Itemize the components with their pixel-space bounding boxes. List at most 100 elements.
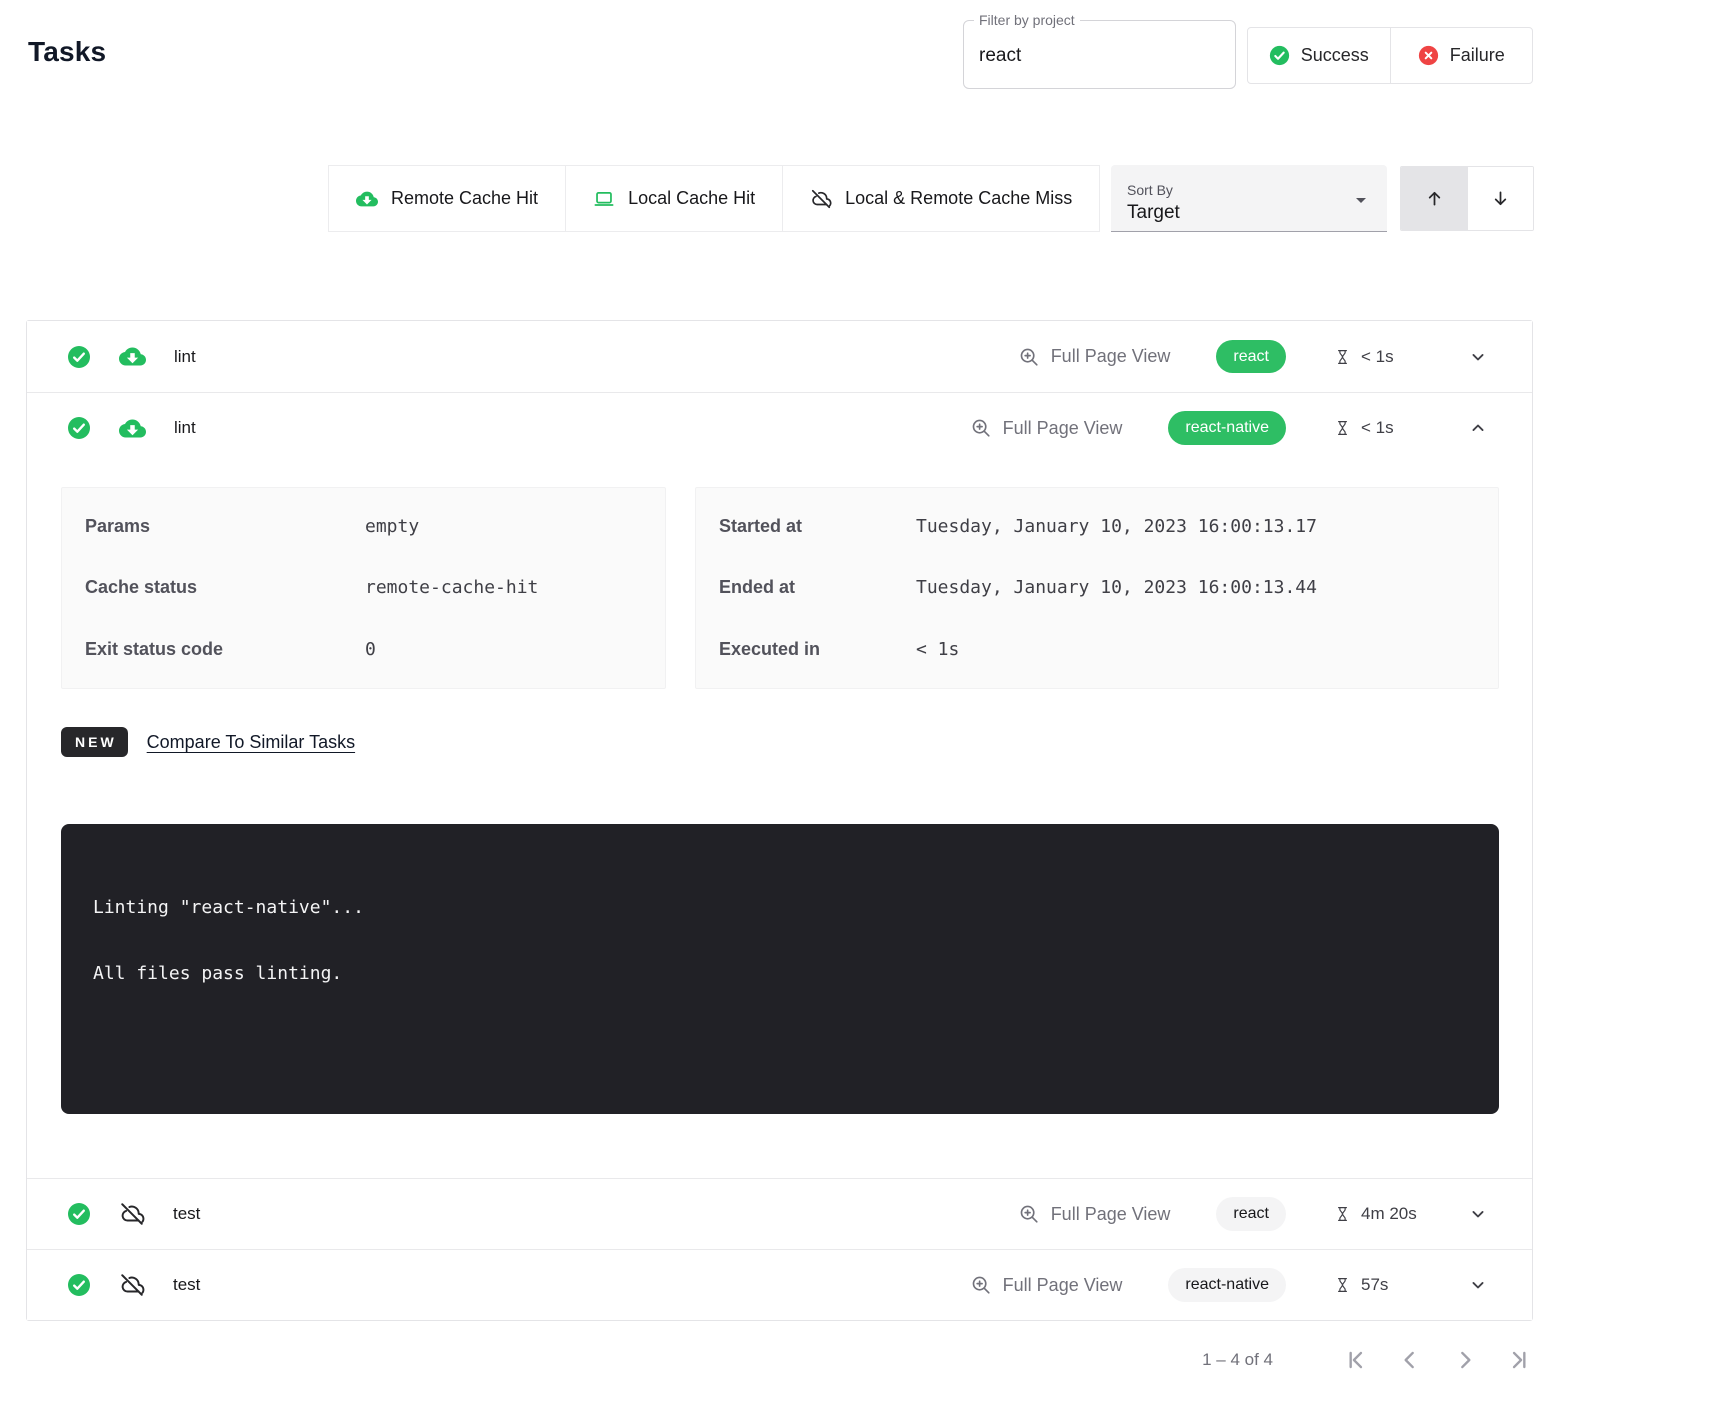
terminal-line: Linting "react-native"... bbox=[93, 896, 1475, 920]
ended-at-label: Ended at bbox=[719, 577, 916, 598]
success-check-icon bbox=[1269, 45, 1290, 66]
started-at-row: Started at Tuesday, January 10, 2023 16:… bbox=[696, 516, 1498, 537]
task-name: lint bbox=[174, 347, 196, 367]
task-name: lint bbox=[174, 418, 196, 438]
task-params-panel: Params empty Cache status remote-cache-h… bbox=[61, 487, 666, 689]
hourglass-icon bbox=[1334, 1275, 1351, 1295]
filter-by-project-input[interactable] bbox=[979, 42, 1219, 70]
compare-to-similar-tasks-link[interactable]: Compare To Similar Tasks bbox=[147, 732, 355, 753]
task-row-lint-react-native[interactable]: lint Full Page View react-native < 1s bbox=[27, 392, 1532, 463]
exit-code-value: 0 bbox=[365, 639, 376, 660]
project-badge: react bbox=[1216, 340, 1286, 373]
success-filter-button[interactable]: Success bbox=[1248, 28, 1390, 83]
caret-down-icon bbox=[1349, 188, 1373, 212]
task-name: test bbox=[173, 1204, 200, 1224]
sort-direction-group bbox=[1400, 166, 1534, 231]
next-page-button[interactable] bbox=[1452, 1347, 1478, 1373]
chevron-right-icon bbox=[1452, 1347, 1478, 1373]
task-row-test-react-native[interactable]: test Full Page View react-native 57s bbox=[27, 1249, 1532, 1320]
remote-cache-hit-filter-button[interactable]: Remote Cache Hit bbox=[328, 165, 566, 232]
ended-at-row: Ended at Tuesday, January 10, 2023 16:00… bbox=[696, 577, 1498, 598]
failure-filter-button[interactable]: Failure bbox=[1390, 28, 1533, 83]
task-name: test bbox=[173, 1275, 200, 1295]
task-timing-panel: Started at Tuesday, January 10, 2023 16:… bbox=[695, 487, 1499, 689]
new-badge: NEW bbox=[61, 727, 128, 757]
project-badge: react bbox=[1216, 1197, 1286, 1230]
filter-by-project-label: Filter by project bbox=[974, 12, 1080, 28]
arrow-up-icon bbox=[1424, 188, 1445, 209]
exit-code-label: Exit status code bbox=[85, 639, 365, 660]
cache-status-value: remote-cache-hit bbox=[365, 577, 538, 598]
filter-by-project-field[interactable]: Filter by project bbox=[963, 20, 1236, 89]
chevron-down-icon[interactable] bbox=[1468, 1275, 1488, 1295]
pagination: 1 – 4 of 4 bbox=[1100, 1332, 1533, 1388]
cache-miss-label: Local & Remote Cache Miss bbox=[845, 188, 1072, 209]
executed-in-row: Executed in < 1s bbox=[696, 639, 1498, 660]
executed-in-value: < 1s bbox=[916, 639, 959, 660]
sort-by-label: Sort By bbox=[1127, 182, 1371, 198]
zoom-in-icon bbox=[1018, 346, 1040, 368]
project-badge: react-native bbox=[1168, 411, 1286, 444]
status-filter-group: Success Failure bbox=[1247, 27, 1533, 84]
cloud-download-icon bbox=[356, 188, 378, 210]
terminal-output: Linting "react-native"... All files pass… bbox=[61, 824, 1499, 1114]
success-check-icon bbox=[67, 1202, 91, 1226]
started-at-label: Started at bbox=[719, 516, 916, 537]
cloud-download-icon bbox=[119, 343, 146, 370]
cloud-off-icon bbox=[119, 1272, 145, 1298]
cache-status-row: Cache status remote-cache-hit bbox=[62, 577, 665, 598]
chevron-down-icon[interactable] bbox=[1468, 1204, 1488, 1224]
task-row-lint-react[interactable]: lint Full Page View react < 1s bbox=[27, 321, 1532, 392]
full-page-view-label: Full Page View bbox=[1051, 346, 1171, 367]
cloud-download-icon bbox=[119, 415, 146, 442]
zoom-in-icon bbox=[970, 417, 992, 439]
chevron-up-icon[interactable] bbox=[1468, 418, 1488, 438]
task-duration: < 1s bbox=[1334, 347, 1438, 367]
sort-by-select[interactable]: Sort By Target bbox=[1111, 165, 1387, 232]
full-page-view-label: Full Page View bbox=[1051, 1204, 1171, 1225]
task-detail-section: Params empty Cache status remote-cache-h… bbox=[27, 463, 1532, 1178]
failure-x-icon bbox=[1418, 45, 1439, 66]
sort-descending-button[interactable] bbox=[1467, 167, 1533, 230]
task-list: lint Full Page View react < 1s bbox=[26, 320, 1533, 1321]
arrow-down-icon bbox=[1490, 188, 1511, 209]
full-page-view-button[interactable]: Full Page View bbox=[1018, 1203, 1171, 1225]
task-row-test-react[interactable]: test Full Page View react 4m 20s bbox=[27, 1178, 1532, 1249]
zoom-in-icon bbox=[1018, 1203, 1040, 1225]
full-page-view-button[interactable]: Full Page View bbox=[1018, 346, 1171, 368]
executed-in-label: Executed in bbox=[719, 639, 916, 660]
failure-filter-label: Failure bbox=[1450, 45, 1505, 66]
compare-row: NEW Compare To Similar Tasks bbox=[61, 727, 1499, 757]
terminal-line: All files pass linting. bbox=[93, 962, 1475, 986]
exit-code-row: Exit status code 0 bbox=[62, 639, 665, 660]
cache-miss-filter-button[interactable]: Local & Remote Cache Miss bbox=[782, 165, 1100, 232]
cloud-off-icon bbox=[119, 1201, 145, 1227]
local-cache-hit-label: Local Cache Hit bbox=[628, 188, 755, 209]
pagination-range-label: 1 – 4 of 4 bbox=[1202, 1350, 1273, 1370]
hourglass-icon bbox=[1334, 418, 1351, 438]
task-duration: 4m 20s bbox=[1334, 1204, 1438, 1224]
chevron-down-icon[interactable] bbox=[1468, 347, 1488, 367]
zoom-in-icon bbox=[970, 1274, 992, 1296]
full-page-view-button[interactable]: Full Page View bbox=[970, 1274, 1123, 1296]
remote-cache-hit-label: Remote Cache Hit bbox=[391, 188, 538, 209]
local-cache-hit-filter-button[interactable]: Local Cache Hit bbox=[565, 165, 783, 232]
first-page-button[interactable] bbox=[1342, 1347, 1368, 1373]
page-title: Tasks bbox=[28, 36, 106, 68]
cache-status-label: Cache status bbox=[85, 577, 365, 598]
previous-page-button[interactable] bbox=[1397, 1347, 1423, 1373]
started-at-value: Tuesday, January 10, 2023 16:00:13.17 bbox=[916, 516, 1317, 537]
full-page-view-button[interactable]: Full Page View bbox=[970, 417, 1123, 439]
cache-filter-group: Remote Cache Hit Local Cache Hit Local &… bbox=[328, 165, 1100, 232]
hourglass-icon bbox=[1334, 1204, 1351, 1224]
success-filter-label: Success bbox=[1301, 45, 1369, 66]
full-page-view-label: Full Page View bbox=[1003, 418, 1123, 439]
last-page-button[interactable] bbox=[1507, 1347, 1533, 1373]
hourglass-icon bbox=[1334, 347, 1351, 367]
success-check-icon bbox=[67, 1273, 91, 1297]
sort-ascending-button[interactable] bbox=[1401, 167, 1467, 230]
first-page-icon bbox=[1342, 1347, 1368, 1373]
success-check-icon bbox=[67, 345, 91, 369]
chevron-left-icon bbox=[1397, 1347, 1423, 1373]
success-check-icon bbox=[67, 416, 91, 440]
